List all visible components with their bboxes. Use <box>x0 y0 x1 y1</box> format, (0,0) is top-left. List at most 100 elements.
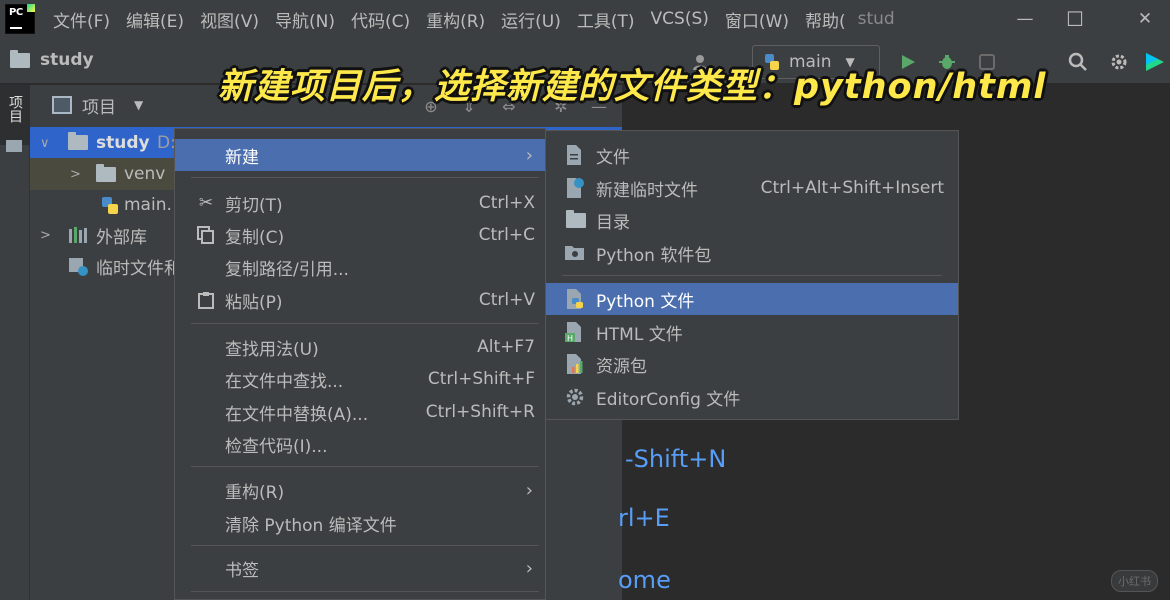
menu-item-inspect-code[interactable]: 检查代码(I)... <box>175 428 545 460</box>
menu-item-cut[interactable]: ✂ 剪切(T) Ctrl+X <box>175 187 545 219</box>
submenu-item-python-package[interactable]: Python 软件包 <box>546 237 958 269</box>
menu-bar: PC 文件(F) 编辑(E) 视图(V) 导航(N) 代码(C) 重构(R) 运… <box>0 0 1170 38</box>
menu-file[interactable]: 文件(F) <box>45 0 118 38</box>
project-view-icon <box>52 96 72 114</box>
maximize-button[interactable]: ☐ <box>1050 0 1100 38</box>
editor-hint-shortcut: rl+E <box>618 504 670 532</box>
menu-edit[interactable]: 编辑(E) <box>118 0 192 38</box>
menu-view[interactable]: 视图(V) <box>192 0 267 38</box>
menu-code[interactable]: 代码(C) <box>343 0 418 38</box>
folder-icon <box>10 49 30 68</box>
menu-item-shortcut: Ctrl+Shift+R <box>425 402 535 422</box>
package-icon <box>564 242 586 264</box>
scratches-icon <box>68 257 90 282</box>
settings-gear-icon[interactable] <box>1107 50 1131 74</box>
menu-item-label: 在文件中查找... <box>225 371 344 392</box>
copy-icon <box>195 224 217 246</box>
menu-refactor[interactable]: 重构(R) <box>418 0 493 38</box>
menu-separator <box>562 275 942 276</box>
menu-item-label: 查找用法(U) <box>225 339 319 360</box>
window-title: stud <box>857 9 895 29</box>
jetbrains-toolbox-icon[interactable] <box>1143 50 1167 74</box>
chevron-down-icon[interactable]: ▼ <box>134 98 143 112</box>
menu-item-new[interactable]: 新建 › <box>175 139 545 171</box>
menu-item-replace-in-files[interactable]: 在文件中替换(A)... Ctrl+Shift+R <box>175 396 545 428</box>
tree-item-label: study <box>96 133 150 153</box>
editor-hint-shortcut: ome <box>618 566 671 594</box>
submenu-item-resource-bundle[interactable]: 资源包 <box>546 348 958 380</box>
search-icon[interactable] <box>1066 50 1090 74</box>
tree-item-label: main. <box>124 195 172 215</box>
menu-item-clean-python-compiled[interactable]: 清除 Python 编译文件 <box>175 507 545 539</box>
menu-item-bookmarks[interactable]: 书签 › <box>175 552 545 584</box>
minimize-icon: — <box>1016 9 1034 29</box>
python-file-icon <box>100 196 120 221</box>
tool-window-strip: 项目 <box>0 85 30 600</box>
folder-icon <box>96 164 116 187</box>
menu-item-shortcut: Ctrl+Shift+F <box>427 369 535 389</box>
menu-item-label: 清除 Python 编译文件 <box>225 515 397 536</box>
menu-item-label: 复制路径/引用... <box>225 259 349 280</box>
submenu-item-label: 目录 <box>596 212 630 233</box>
submenu-item-file[interactable]: 文件 <box>546 139 958 171</box>
submenu-item-label: EditorConfig 文件 <box>596 389 741 410</box>
chevron-right-icon: > <box>40 227 51 243</box>
minimize-button[interactable]: — <box>1000 0 1050 38</box>
menu-item-find-usages[interactable]: 查找用法(U) Alt+F7 <box>175 331 545 363</box>
menu-item-label: 书签 <box>225 560 259 581</box>
menu-tools[interactable]: 工具(T) <box>569 0 643 38</box>
submenu-item-html-file[interactable]: H HTML 文件 <box>546 316 958 348</box>
context-menu: 新建 › ✂ 剪切(T) Ctrl+X 复制(C) Ctrl+C 复制路径/引用… <box>174 128 546 600</box>
menu-item-shortcut: Ctrl+X <box>478 193 535 213</box>
project-tool-tab[interactable]: 项目 <box>0 85 30 145</box>
breadcrumb-project: study <box>40 50 94 70</box>
scratch-file-icon <box>564 177 586 199</box>
submenu-item-label: Python 文件 <box>596 291 695 312</box>
project-tool-tab-label: 项目 <box>7 95 23 123</box>
project-panel-title[interactable]: 项目 <box>82 93 116 118</box>
breadcrumb[interactable]: study <box>10 49 94 70</box>
menu-item-label: 重构(R) <box>225 482 285 503</box>
file-icon <box>564 144 586 166</box>
menu-item-shortcut: Alt+F7 <box>477 337 535 357</box>
tree-item-label: 外部库 <box>96 227 147 248</box>
menu-item-shortcut: Ctrl+V <box>478 290 535 310</box>
menu-run[interactable]: 运行(U) <box>493 0 569 38</box>
folder-icon <box>566 210 588 235</box>
submenu-item-shortcut: Ctrl+Alt+Shift+Insert <box>760 178 944 198</box>
menu-navigate[interactable]: 导航(N) <box>267 0 343 38</box>
submenu-item-scratch-file[interactable]: 新建临时文件 Ctrl+Alt+Shift+Insert <box>546 172 958 204</box>
overlay-caption: 新建项目后，选择新建的文件类型：python/html <box>218 67 1047 107</box>
tree-item-path: D: <box>157 133 176 153</box>
submenu-item-editorconfig[interactable]: EditorConfig 文件 <box>546 381 958 413</box>
html-file-icon: H <box>564 321 586 343</box>
scissors-icon: ✂ <box>198 193 214 213</box>
maximize-icon: ☐ <box>1066 7 1084 31</box>
close-icon: ✕ <box>1137 9 1153 29</box>
menu-item-copy[interactable]: 复制(C) Ctrl+C <box>175 219 545 251</box>
menu-item-paste[interactable]: 粘贴(P) Ctrl+V <box>175 284 545 316</box>
menu-item-refactor[interactable]: 重构(R) › <box>175 474 545 506</box>
submenu-item-label: 文件 <box>596 147 630 168</box>
close-button[interactable]: ✕ <box>1120 0 1170 38</box>
svg-text:H: H <box>567 334 573 343</box>
submenu-item-label: 资源包 <box>596 356 647 377</box>
python-file-icon <box>564 288 586 310</box>
menu-vcs[interactable]: VCS(S) <box>643 0 717 38</box>
menu-item-find-in-files[interactable]: 在文件中查找... Ctrl+Shift+F <box>175 363 545 395</box>
submenu-item-directory[interactable]: 目录 <box>546 204 958 236</box>
chevron-down-icon: ∨ <box>40 135 50 151</box>
menu-separator <box>191 591 539 592</box>
submenu-item-python-file[interactable]: Python 文件 <box>546 283 958 315</box>
menu-item-label: 在文件中替换(A)... <box>225 404 369 425</box>
resource-bundle-icon <box>564 353 586 375</box>
menu-separator <box>191 466 539 467</box>
menu-separator <box>191 323 539 324</box>
pycharm-logo-icon: PC <box>5 4 35 34</box>
menu-item-shortcut: Ctrl+C <box>478 225 535 245</box>
menu-help[interactable]: 帮助( <box>797 0 854 38</box>
folder-icon <box>68 132 88 155</box>
menu-item-copy-path[interactable]: 复制路径/引用... <box>175 251 545 283</box>
menu-window[interactable]: 窗口(W) <box>717 0 797 38</box>
gear-icon <box>564 386 586 408</box>
